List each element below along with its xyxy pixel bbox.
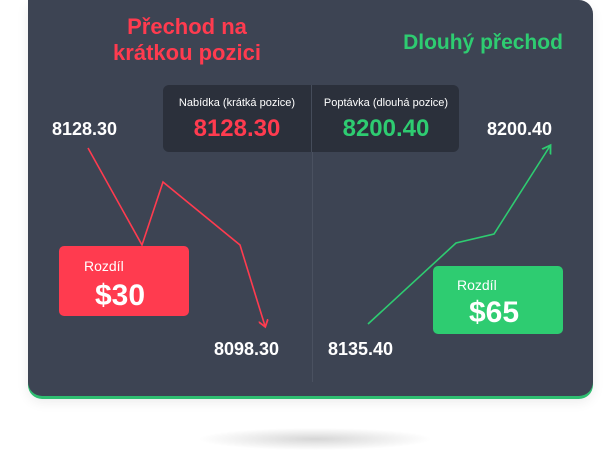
short-difference-label: Rozdíl: [84, 258, 124, 274]
short-difference-badge: Rozdíl $30: [59, 246, 189, 316]
price-path-lines: [87, 0, 593, 396]
trade-diagram-panel: Přechod na krátkou pozici Dlouhý přechod…: [28, 0, 593, 396]
long-end-price: 8200.40: [487, 119, 553, 139]
long-difference-badge: Rozdíl $65: [433, 266, 563, 334]
short-start-price: 8128.30: [52, 119, 118, 139]
long-start-price: 8135.40: [328, 339, 394, 359]
long-difference-label: Rozdíl: [457, 277, 497, 293]
long-difference-value: $65: [469, 296, 520, 329]
drop-shadow: [200, 428, 430, 450]
short-difference-value: $30: [95, 279, 146, 312]
short-end-price: 8098.30: [214, 339, 280, 359]
